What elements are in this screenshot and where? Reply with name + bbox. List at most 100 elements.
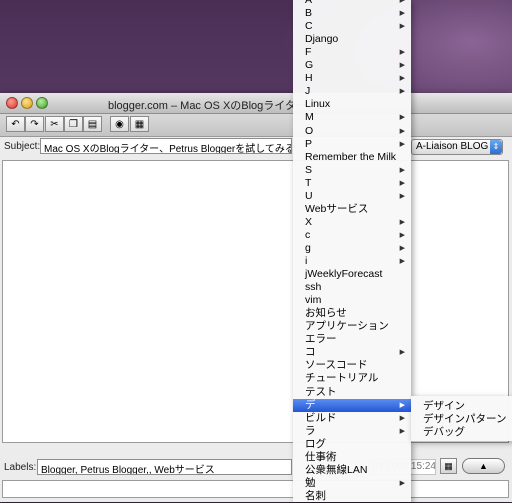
image-icon[interactable]: ▦ [130, 116, 149, 132]
menu-item[interactable]: Remember the Milk [293, 151, 411, 164]
submenu-arrow-icon: ▶ [399, 49, 405, 57]
redo-icon[interactable]: ↷ [25, 116, 44, 132]
submenu-arrow-icon: ▶ [399, 140, 405, 148]
menu-item[interactable]: J ▶ [293, 85, 411, 98]
menu-item[interactable]: コ ▶ [293, 346, 411, 359]
menu-item[interactable]: H ▶ [293, 72, 411, 85]
menu-item-label: S [305, 163, 313, 176]
menu-item[interactable]: ssh [293, 281, 411, 294]
menu-item[interactable]: B ▶ [293, 7, 411, 20]
menu-item-label: お知らせ [305, 307, 347, 320]
menu-item-label: B [305, 7, 313, 20]
menu-item[interactable]: jWeeklyForecast [293, 268, 411, 281]
preview-icon[interactable]: ◉ [110, 116, 129, 132]
menu-item[interactable]: M ▶ [293, 111, 411, 124]
submenu-de: デザイン デザインパターン デバッグ [411, 396, 512, 441]
menu-item-label: P [305, 137, 313, 150]
submenu-arrow-icon: ▶ [399, 349, 405, 357]
window-titlebar[interactable]: blogger.com – Mac OS XのBlogライター、Pe [0, 93, 512, 114]
menu-item[interactable]: 公衆無線LAN [293, 464, 411, 477]
submenu-item-debug[interactable]: デバッグ [411, 426, 512, 439]
submenu-item-design[interactable]: デザイン [411, 400, 512, 413]
menu-item[interactable]: 名刺 [293, 490, 411, 503]
menu-item-label: F [305, 46, 312, 59]
submenu-arrow-icon: ▶ [399, 218, 405, 226]
copy-icon[interactable]: ❐ [64, 116, 83, 132]
menu-item-label: M [305, 111, 314, 124]
publish-button[interactable]: ▲ [462, 458, 505, 474]
menu-item[interactable]: 仕事術 [293, 451, 411, 464]
paste-icon[interactable]: ▤ [83, 116, 102, 132]
menu-item[interactable]: ログ [293, 438, 411, 451]
menu-item[interactable]: チュートリアル [293, 372, 411, 385]
menu-item-label: テスト [305, 385, 337, 398]
labels-field[interactable]: Blogger, Petrus Blogger,, Webサービス [37, 459, 292, 475]
menu-item-label: vim [305, 294, 322, 307]
menu-item[interactable]: ラ ▶ [293, 425, 411, 438]
menu-item-label: J [305, 85, 311, 98]
cut-icon[interactable]: ✂ [45, 116, 64, 132]
menu-item[interactable]: Webサービス [293, 203, 411, 216]
blog-selector[interactable]: A-Liaison BLOG ⇕ [411, 139, 503, 155]
submenu-arrow-icon: ▶ [399, 479, 405, 487]
menu-item[interactable]: F ▶ [293, 46, 411, 59]
subject-field[interactable]: Mac OS XのBlogライター、Petrus Bloggerを試してみる [40, 138, 292, 154]
menu-item[interactable]: U ▶ [293, 190, 411, 203]
menu-item[interactable]: エラー [293, 333, 411, 346]
menu-item-label: チュートリアル [305, 372, 379, 385]
menu-item[interactable]: X ▶ [293, 216, 411, 229]
zoom-icon[interactable] [36, 97, 48, 109]
menu-item[interactable]: i ▶ [293, 255, 411, 268]
minimize-icon[interactable] [21, 97, 33, 109]
menu-item[interactable]: ソースコード [293, 359, 411, 372]
submenu-arrow-icon: ▶ [399, 244, 405, 252]
menu-item[interactable]: アプリケーション [293, 320, 411, 333]
menu-item-label: Django [305, 33, 339, 46]
menu-item[interactable]: ビルド ▶ [293, 412, 411, 425]
menu-item[interactable]: c ▶ [293, 229, 411, 242]
menu-item[interactable]: C ▶ [293, 20, 411, 33]
menu-item-label: 勉 [305, 476, 316, 489]
menu-item-label: jWeeklyForecast [305, 268, 383, 281]
menu-item[interactable]: テスト [293, 386, 411, 399]
menu-item[interactable]: vim [293, 294, 411, 307]
status-bar [2, 480, 509, 498]
menu-item[interactable]: Django [293, 33, 411, 46]
menu-item[interactable]: O ▶ [293, 125, 411, 138]
labels-label: Labels: [4, 462, 37, 473]
menu-item-label: g [305, 241, 311, 254]
menu-item[interactable]: デ ▶ [293, 398, 411, 412]
menu-item[interactable]: G ▶ [293, 59, 411, 72]
menu-item-label: c [305, 228, 311, 241]
menu-item[interactable]: g ▶ [293, 242, 411, 255]
menu-item[interactable]: お知らせ [293, 307, 411, 320]
menu-item-label: X [305, 215, 313, 228]
submenu-arrow-icon: ▶ [399, 192, 405, 200]
undo-icon[interactable]: ↶ [6, 116, 25, 132]
menu-item-label: G [305, 59, 314, 72]
menu-item-label: 仕事術 [305, 450, 337, 463]
close-icon[interactable] [6, 97, 18, 109]
menu-item[interactable]: 勉 ▶ [293, 477, 411, 490]
submenu-item-design-pattern[interactable]: デザインパターン [411, 413, 512, 426]
menu-item[interactable]: T ▶ [293, 177, 411, 190]
menu-item[interactable]: A ▶ [293, 0, 411, 7]
menu-item-label: C [305, 20, 313, 33]
menu-item[interactable]: Linux [293, 98, 411, 111]
submenu-arrow-icon: ▶ [399, 179, 405, 187]
submenu-arrow-icon: ▶ [399, 62, 405, 70]
submenu-arrow-icon: ▶ [399, 401, 405, 409]
submenu-arrow-icon: ▶ [399, 427, 405, 435]
menu-item-label: H [305, 72, 313, 85]
submenu-arrow-icon: ▶ [399, 258, 405, 265]
menu-item-label: Remember the Milk [305, 150, 397, 163]
calendar-icon[interactable]: ▦ [440, 458, 457, 474]
menu-item[interactable]: P ▶ [293, 138, 411, 151]
menu-item-label: コ [305, 346, 316, 359]
blog-selector-value: A-Liaison BLOG [416, 141, 489, 152]
menu-item[interactable]: S ▶ [293, 164, 411, 177]
submenu-arrow-icon: ▶ [399, 88, 405, 96]
menu-item-label: Webサービス [305, 202, 369, 215]
submenu-arrow-icon: ▶ [399, 0, 405, 4]
submenu-arrow-icon: ▶ [399, 231, 405, 239]
